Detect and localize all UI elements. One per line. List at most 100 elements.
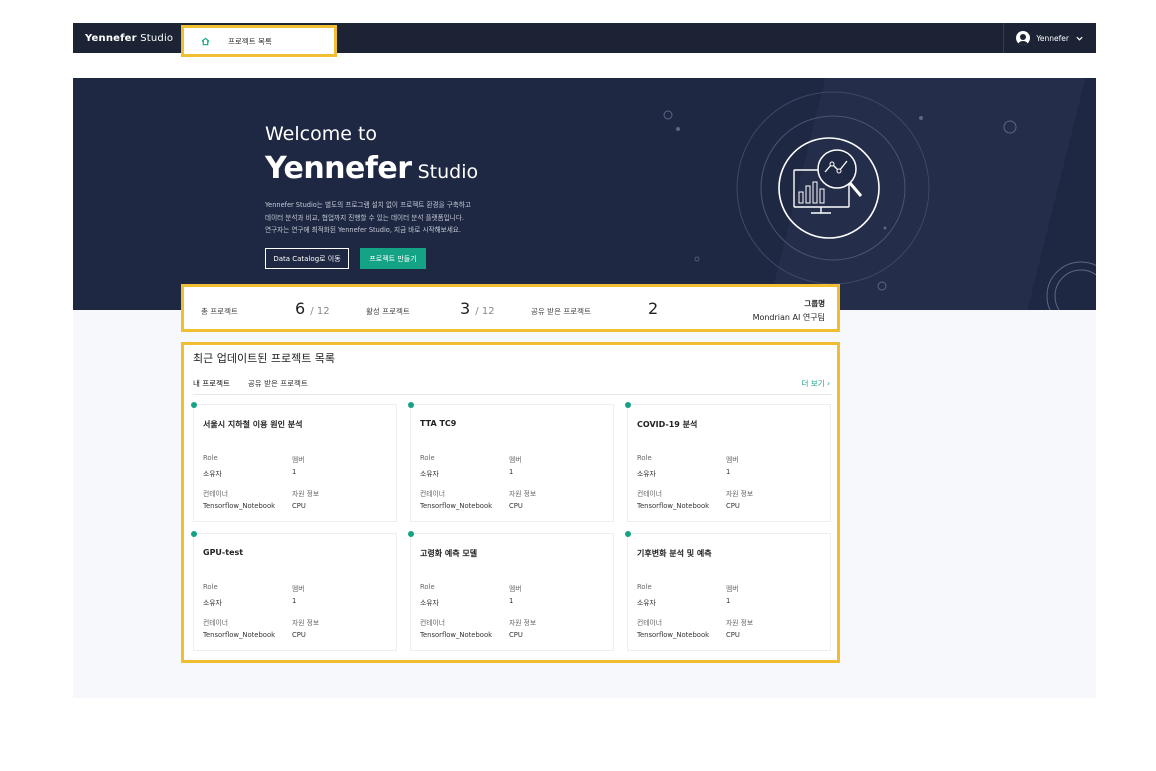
member-label: 멤버 xyxy=(292,585,305,593)
tab-my-projects[interactable]: 내 프로젝트 xyxy=(193,378,230,389)
hero-desc-line: 연구자는 연구에 최적화된 Yennefer Studio, 지금 바로 시작해… xyxy=(265,226,461,234)
member-label: 멤버 xyxy=(292,456,305,464)
role-value: 소유자 xyxy=(203,470,222,478)
hero-desc-line: Yennefer Studio는 별도의 프로그램 설치 없이 프로젝트 환경을… xyxy=(265,201,472,209)
hero-welcome: Welcome to xyxy=(265,123,378,145)
role-label: Role xyxy=(420,583,435,591)
more-link-label: 더 보기 xyxy=(801,379,825,388)
container-value: Tensorflow_Notebook xyxy=(203,631,276,639)
container-label: 컨테이너 xyxy=(203,490,229,498)
project-card[interactable]: 기후변화 분석 및 예측 Role 멤버소유자 1 컨테이너 자원 정보 Tensorflo… xyxy=(625,531,831,651)
member-count: 1 xyxy=(509,597,514,605)
project-card[interactable]: 고령화 예측 모델 Role 멤버 소유자 1 컨테이너 자원 정보 Tensorflow_N… xyxy=(408,531,614,651)
data-catalog-button[interactable]: Data Catalog로 이동 xyxy=(265,248,349,269)
hero-banner: Welcome to Yennefer Studio Yennefer Studi… xyxy=(73,78,1096,310)
role-label: Role xyxy=(203,583,218,591)
account-circle-icon xyxy=(1016,31,1031,45)
hero-logo-text: Yennefer xyxy=(265,151,412,186)
brand-logo[interactable]: Yennefer Studio xyxy=(85,33,173,44)
container-value: Tensorflow_Notebook xyxy=(420,631,493,639)
chevron-right-icon: › xyxy=(827,379,830,388)
breadcrumb-current: 프로젝트 목록 xyxy=(228,36,272,46)
shared-projects-value: 2 xyxy=(648,299,659,318)
project-card-title: 기후변화 분석 및 예측 xyxy=(637,549,712,558)
group-label: 그룹명 xyxy=(804,299,825,308)
status-dot xyxy=(191,402,197,408)
status-dot xyxy=(191,531,197,537)
project-card[interactable]: COVID-19 분석 Role 멤버소유자 1 컨테이너 자원 정보 Tensorflow… xyxy=(625,402,831,522)
member-label: 멤버 xyxy=(726,456,739,464)
project-card-title: TTA TC9 xyxy=(420,419,457,428)
member-count: 1 xyxy=(292,468,297,476)
shared-projects-label: 공유 받은 프로젝트 xyxy=(531,307,591,316)
project-card-title: COVID-19 분석 xyxy=(637,420,698,429)
container-value: Tensorflow_Notebook xyxy=(637,631,710,639)
project-tabs: 내 프로젝트 공유 받은 프로젝트 xyxy=(193,378,308,389)
project-card-title: 서울시 지하철 이용 원인 분석 xyxy=(203,420,303,429)
container-label: 컨테이너 xyxy=(637,490,663,498)
resource-label: 자원 정보 xyxy=(726,619,754,627)
role-label: Role xyxy=(420,454,435,462)
member-label: 멤버 xyxy=(726,585,739,593)
container-label: 컨테이너 xyxy=(637,619,663,627)
total-projects-value: 6 / 12 xyxy=(295,299,330,318)
project-card[interactable]: TTA TC9 Role 멤버소유자 1 컨테이너 자원 정보 Tensorflow_Not… xyxy=(408,402,614,522)
container-label: 컨테이너 xyxy=(420,490,446,498)
hero-description: Yennefer Studio는 별도의 프로그램 설치 없이 프로젝트 환경을… xyxy=(265,199,525,237)
role-value: 소유자 xyxy=(637,599,656,607)
status-dot xyxy=(408,531,414,537)
user-menu[interactable]: Yennefer xyxy=(1003,23,1096,53)
total-projects-max: / 12 xyxy=(310,306,330,317)
container-label: 컨테이너 xyxy=(420,619,446,627)
active-projects-label: 활성 프로젝트 xyxy=(366,307,410,316)
container-value: Tensorflow_Notebook xyxy=(420,502,493,510)
active-projects-count: 3 xyxy=(460,299,471,318)
tab-shared-projects[interactable]: 공유 받은 프로젝트 xyxy=(248,378,308,389)
resource-label: 자원 정보 xyxy=(726,490,754,498)
brand-logo-text: Yennefer xyxy=(85,32,137,44)
member-label: 멤버 xyxy=(509,585,522,593)
member-count: 1 xyxy=(726,468,731,476)
hero-logo: Yennefer Studio xyxy=(265,151,478,186)
recent-projects-title: 최근 업데이트된 프로젝트 목록 xyxy=(193,352,336,365)
member-label: 멤버 xyxy=(509,456,522,464)
role-label: Role xyxy=(637,454,652,462)
role-value: 소유자 xyxy=(203,599,222,607)
total-projects-label: 총 프로젝트 xyxy=(201,307,238,316)
group-value: Mondrian AI 연구팀 xyxy=(752,313,825,322)
container-value: Tensorflow_Notebook xyxy=(637,502,710,510)
resource-value: CPU xyxy=(726,502,740,510)
role-label: Role xyxy=(637,583,652,591)
create-project-button[interactable]: 프로젝트 만들기 xyxy=(360,248,426,269)
more-link[interactable]: 더 보기 › xyxy=(802,378,830,389)
user-name: Yennefer xyxy=(1036,33,1069,43)
hero-illustration xyxy=(663,91,1096,310)
resource-value: CPU xyxy=(726,631,740,639)
resource-label: 자원 정보 xyxy=(292,490,320,498)
home-icon[interactable] xyxy=(201,37,210,46)
project-card-title: GPU-test xyxy=(203,548,244,557)
project-card[interactable]: GPU-test Role 멤버 소유자 1 컨테이너 자원 정보 Tensorflow_No… xyxy=(191,531,397,651)
resource-value: CPU xyxy=(292,502,306,510)
project-card[interactable]: 서울시 지하철 이용 원인 분석 Role 멤버 소유자 1 컨테이너 자원 정보 Tenso… xyxy=(191,402,397,522)
role-value: 소유자 xyxy=(637,470,656,478)
hero-desc-line: 데이터 분석과 비교, 협업까지 진행할 수 있는 데이터 분석 플랫폼입니다. xyxy=(265,213,464,222)
resource-label: 자원 정보 xyxy=(509,490,537,498)
total-projects-count: 6 xyxy=(295,299,306,318)
resource-label: 자원 정보 xyxy=(292,619,320,627)
chevron-down-icon xyxy=(1076,36,1083,41)
project-card-title: 고령화 예측 모델 xyxy=(420,549,478,558)
role-label: Role xyxy=(203,454,218,462)
member-count: 1 xyxy=(726,597,731,605)
status-dot xyxy=(625,531,631,537)
resource-value: CPU xyxy=(292,631,306,639)
role-value: 소유자 xyxy=(420,470,439,478)
active-projects-max: / 12 xyxy=(475,306,495,317)
recent-projects-panel: 최근 업데이트된 프로젝트 목록 내 프로젝트 공유 받은 프로젝트 더 보기 … xyxy=(181,342,840,663)
brand-suffix: Studio xyxy=(140,32,174,44)
member-count: 1 xyxy=(292,597,297,605)
resource-value: CPU xyxy=(509,631,523,639)
member-count: 1 xyxy=(509,468,514,476)
status-dot xyxy=(408,402,414,408)
project-stats-panel: 총 프로젝트 6 / 12 활성 프로젝트 3 / 12 공유 받은 프로젝트 … xyxy=(181,284,840,332)
